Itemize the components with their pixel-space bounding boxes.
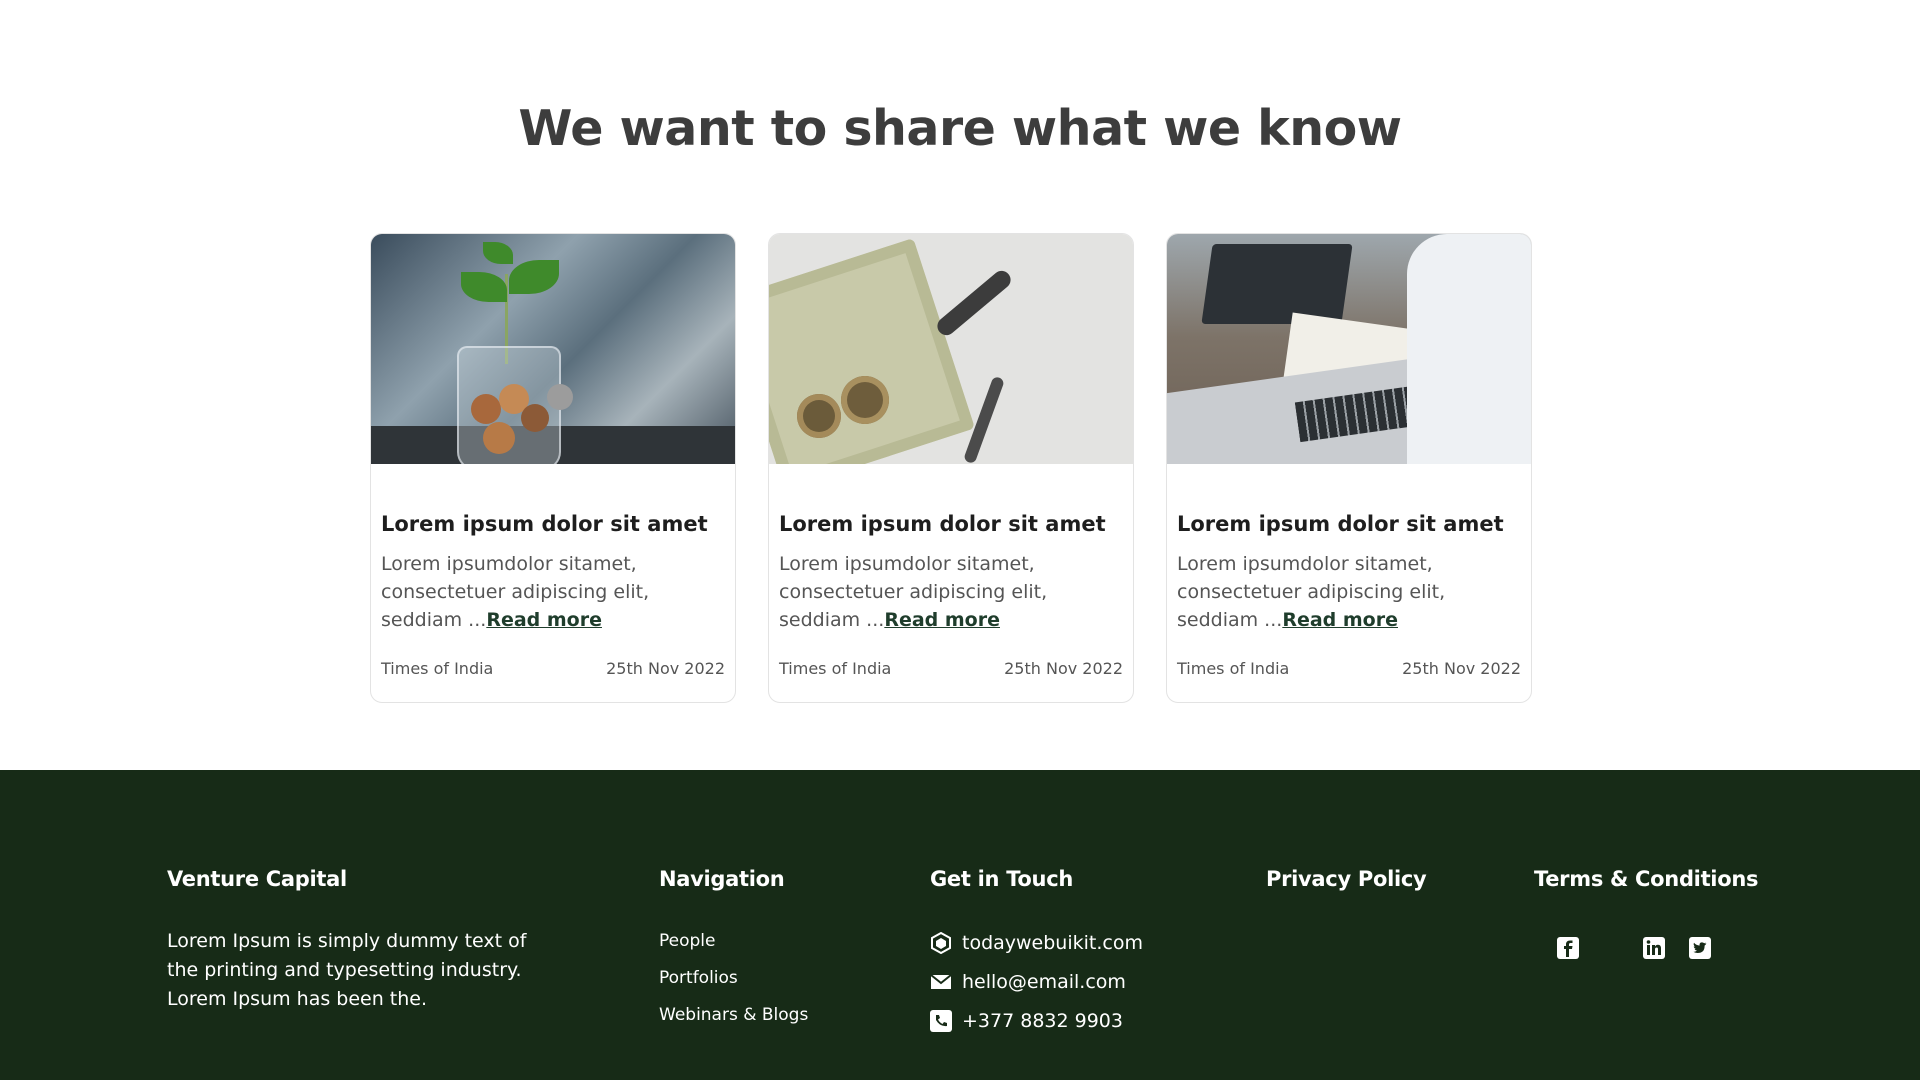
read-more-link[interactable]: Read more — [486, 609, 602, 631]
navigation-title: Navigation — [659, 867, 785, 891]
globe-cube-icon — [930, 931, 952, 954]
footer-brand: Venture Capital Lorem Ipsum is simply du… — [167, 867, 537, 1014]
contact-website[interactable]: todaywebuikit.com — [930, 923, 1143, 962]
mail-icon — [930, 971, 952, 993]
card-date: 25th Nov 2022 — [606, 659, 725, 678]
card-source: Times of India — [1177, 659, 1290, 678]
footer-terms: Terms & Conditions — [1534, 867, 1758, 891]
card-excerpt: Lorem ipsumdolor sitamet, consectetuer a… — [381, 553, 650, 631]
phone-text: +377 8832 9903 — [962, 1009, 1123, 1032]
card-title: Lorem ipsum dolor sit amet — [1177, 512, 1504, 536]
card-source: Times of India — [381, 659, 494, 678]
card-title: Lorem ipsum dolor sit amet — [779, 512, 1106, 536]
card-meta: Times of India 25th Nov 2022 — [1177, 659, 1521, 678]
article-card[interactable]: Lorem ipsum dolor sit amet Lorem ipsumdo… — [768, 233, 1134, 703]
card-source: Times of India — [779, 659, 892, 678]
footer-privacy: Privacy Policy — [1266, 867, 1427, 891]
card-excerpt: Lorem ipsumdolor sitamet, consectetuer a… — [1177, 553, 1446, 631]
plant-coins-image — [371, 234, 735, 464]
site-footer: Venture Capital Lorem Ipsum is simply du… — [0, 770, 1920, 1080]
contact-title: Get in Touch — [930, 867, 1074, 891]
card-excerpt: Lorem ipsumdolor sitamet, consectetuer a… — [779, 553, 1048, 631]
card-date: 25th Nov 2022 — [1004, 659, 1123, 678]
article-card[interactable]: Lorem ipsum dolor sit amet Lorem ipsumdo… — [370, 233, 736, 703]
social-links — [1557, 937, 1711, 959]
nav-link-webinars-blogs[interactable]: Webinars & Blogs — [659, 997, 808, 1034]
brand-description: Lorem Ipsum is simply dummy text of the … — [167, 930, 527, 1010]
facebook-icon[interactable] — [1557, 937, 1579, 959]
footer-contact: Get in Touch todaywebuikit.com hello@ema… — [930, 867, 1143, 1040]
contact-email[interactable]: hello@email.com — [930, 962, 1143, 1001]
read-more-link[interactable]: Read more — [1282, 609, 1398, 631]
article-card[interactable]: Lorem ipsum dolor sit amet Lorem ipsumdo… — [1166, 233, 1532, 703]
twitter-icon[interactable] — [1689, 937, 1711, 959]
office-laptop-image — [1167, 234, 1531, 464]
read-more-link[interactable]: Read more — [884, 609, 1000, 631]
contact-phone[interactable]: +377 8832 9903 — [930, 1001, 1143, 1040]
privacy-policy-link[interactable]: Privacy Policy — [1266, 867, 1427, 891]
brand-title: Venture Capital — [167, 867, 347, 891]
nav-link-portfolios[interactable]: Portfolios — [659, 960, 808, 997]
card-meta: Times of India 25th Nov 2022 — [779, 659, 1123, 678]
card-list: Lorem ipsum dolor sit amet Lorem ipsumdo… — [370, 233, 1532, 703]
card-meta: Times of India 25th Nov 2022 — [381, 659, 725, 678]
card-title: Lorem ipsum dolor sit amet — [381, 512, 708, 536]
linkedin-icon[interactable] — [1643, 937, 1665, 959]
nav-link-people[interactable]: People — [659, 923, 808, 960]
phone-icon — [930, 1009, 952, 1032]
card-date: 25th Nov 2022 — [1402, 659, 1521, 678]
blog-section: We want to share what we know Lorem ipsu… — [0, 0, 1920, 770]
email-text: hello@email.com — [962, 970, 1126, 993]
website-text: todaywebuikit.com — [962, 931, 1143, 954]
section-title: We want to share what we know — [518, 100, 1402, 157]
footer-navigation: Navigation People Portfolios Webinars & … — [659, 867, 808, 1034]
terms-conditions-link[interactable]: Terms & Conditions — [1534, 867, 1758, 891]
currency-pen-image — [769, 234, 1133, 464]
